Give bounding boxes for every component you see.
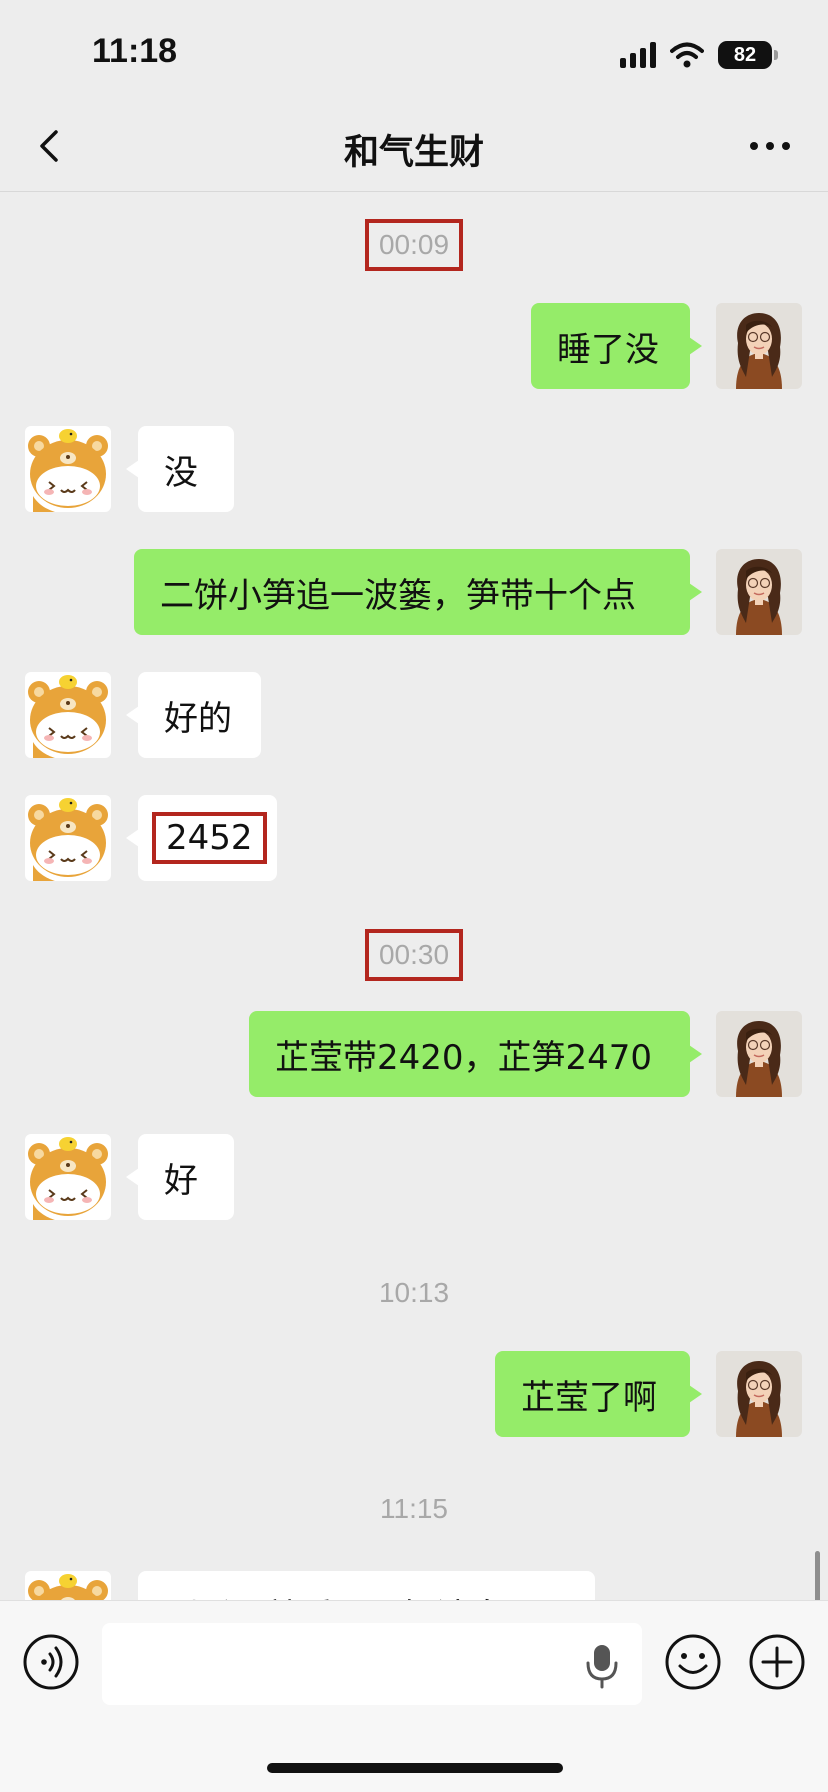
contact-avatar[interactable] [25, 795, 111, 881]
received-message-bubble[interactable]: 没 [126, 426, 234, 512]
my-avatar[interactable] [716, 303, 802, 389]
contact-avatar[interactable] [25, 1571, 111, 1600]
input-toolbar [0, 1600, 828, 1792]
timestamp-text: 00:09 [364, 219, 464, 271]
status-icons: 82 [620, 38, 778, 72]
status-time: 11:18 [92, 32, 178, 70]
sent-message-bubble[interactable]: 二饼小笋追一波篓，笋带十个点 [134, 549, 702, 635]
received-message-bubble[interactable]: 刚睡醒就看见了好消息 [138, 1571, 595, 1600]
timestamp-divider: 10:13 [0, 1271, 828, 1315]
microphone-icon[interactable] [582, 1641, 622, 1689]
received-message-bubble[interactable]: 2452 [126, 795, 277, 881]
my-avatar[interactable] [716, 1011, 802, 1097]
my-avatar[interactable] [716, 1351, 802, 1437]
received-message-bubble[interactable]: 好 [126, 1134, 234, 1220]
my-avatar[interactable] [716, 549, 802, 635]
timestamp-divider: 00:09 [0, 219, 828, 271]
plus-icon[interactable] [748, 1633, 806, 1691]
sent-message-bubble[interactable]: 芷莹了啊 [495, 1351, 702, 1437]
message-input[interactable] [102, 1623, 642, 1705]
scrollbar[interactable] [815, 1551, 820, 1600]
received-message-bubble[interactable]: 好的 [126, 672, 261, 758]
sent-message-bubble[interactable]: 睡了没 [531, 303, 702, 389]
highlighted-message-text: 2452 [152, 812, 267, 864]
message-list[interactable]: 00:09 睡了没 没 二饼小笋追一波篓，笋带十个点 好的 2452 00:30… [0, 193, 828, 1600]
contact-avatar[interactable] [25, 1134, 111, 1220]
contact-avatar[interactable] [25, 426, 111, 512]
status-bar: 11:18 82 [0, 0, 828, 100]
home-indicator[interactable] [267, 1763, 563, 1773]
timestamp-divider: 11:15 [0, 1487, 828, 1531]
chat-header: 和气生财 [0, 100, 828, 192]
sent-message-bubble[interactable]: 芷莹带2420，芷笋2470 [249, 1011, 702, 1097]
timestamp-text: 11:15 [380, 1493, 448, 1524]
signal-icon [620, 42, 656, 68]
voice-mode-icon[interactable] [22, 1633, 80, 1691]
timestamp-text: 10:13 [378, 1277, 450, 1308]
emoji-icon[interactable] [664, 1633, 722, 1691]
more-dots-icon[interactable] [746, 128, 794, 164]
chat-title: 和气生财 [343, 133, 484, 173]
battery-indicator: 82 [718, 41, 778, 69]
wifi-icon [670, 42, 704, 68]
timestamp-divider: 00:30 [0, 929, 828, 981]
contact-avatar[interactable] [25, 672, 111, 758]
timestamp-text: 00:30 [364, 929, 464, 981]
